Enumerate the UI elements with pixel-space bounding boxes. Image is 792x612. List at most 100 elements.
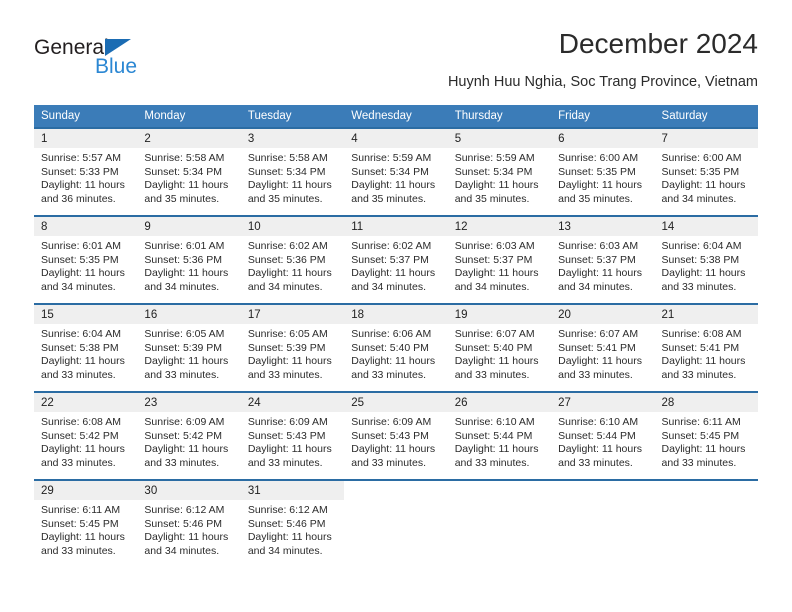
calendar-day-cell[interactable]: 22 Sunrise: 6:08 AM Sunset: 5:42 PM Dayligh… xyxy=(34,391,138,480)
calendar-day-cell[interactable]: 30 Sunrise: 6:12 AM Sunset: 5:46 PM Dayligh… xyxy=(137,479,241,568)
day-number: 12 xyxy=(447,217,552,236)
day-number: 11 xyxy=(344,217,448,236)
day-sunset-text: Sunset: 5:42 PM xyxy=(144,429,223,442)
day-sunset-text: Sunset: 5:37 PM xyxy=(558,253,636,266)
calendar-day-cell[interactable]: 23 Sunrise: 6:09 AM Sunset: 5:42 PM Dayligh… xyxy=(137,391,241,480)
day-sun-info xyxy=(655,500,758,504)
day-number: 14 xyxy=(654,217,758,236)
day-sunset-text: Sunset: 5:46 PM xyxy=(247,517,326,530)
day-number: 26 xyxy=(447,393,552,412)
day-daylight-1-text: Daylight: 11 hours xyxy=(247,443,332,456)
calendar-day-cell[interactable]: 3 Sunrise: 5:58 AM Sunset: 5:34 PM Daylight… xyxy=(240,127,345,216)
day-daylight-2-text: and 33 minutes. xyxy=(454,368,530,381)
calendar-day-cell[interactable]: 17 Sunrise: 6:05 AM Sunset: 5:39 PM Dayligh… xyxy=(240,303,345,392)
calendar-day-cell[interactable]: 11 Sunrise: 6:02 AM Sunset: 5:37 PM Dayligh… xyxy=(344,215,448,304)
day-daylight-2-text: and 34 minutes. xyxy=(661,192,737,205)
calendar-day-cell[interactable]: 7 Sunrise: 6:00 AM Sunset: 5:35 PM Daylight… xyxy=(654,127,758,216)
day-sun-info: Sunrise: 6:10 AM Sunset: 5:44 PM Daylight:… xyxy=(551,412,654,470)
day-sunrise-text: Sunrise: 6:10 AM xyxy=(558,416,639,428)
calendar-day-cell[interactable]: 12 Sunrise: 6:03 AM Sunset: 5:37 PM Dayligh… xyxy=(447,215,552,304)
calendar-day-cell[interactable]: 31 Sunrise: 6:12 AM Sunset: 5:46 PM Dayligh… xyxy=(240,479,345,568)
day-sunrise-text: Sunrise: 6:07 AM xyxy=(454,328,535,340)
calendar-day-cell[interactable]: 29 Sunrise: 6:11 AM Sunset: 5:45 PM Dayligh… xyxy=(34,479,138,568)
day-sunset-text: Sunset: 5:33 PM xyxy=(41,165,119,178)
calendar-day-cell[interactable]: 15 Sunrise: 6:04 AM Sunset: 5:38 PM Dayligh… xyxy=(34,303,138,392)
day-sun-info: Sunrise: 6:04 AM Sunset: 5:38 PM Daylight:… xyxy=(34,324,137,382)
calendar-day-cell[interactable]: 13 Sunrise: 6:03 AM Sunset: 5:37 PM Dayligh… xyxy=(551,215,655,304)
day-daylight-1-text: Daylight: 11 hours xyxy=(41,443,125,456)
day-daylight-1-text: Daylight: 11 hours xyxy=(661,443,746,456)
day-sun-info: Sunrise: 5:58 AM Sunset: 5:34 PM Daylight:… xyxy=(137,148,240,206)
day-sunset-text: Sunset: 5:43 PM xyxy=(351,429,429,442)
calendar-day-cell[interactable]: 14 Sunrise: 6:04 AM Sunset: 5:38 PM Dayligh… xyxy=(654,215,758,304)
day-number: 16 xyxy=(137,305,241,324)
day-daylight-2-text: and 34 minutes. xyxy=(351,280,426,293)
calendar-day-cell[interactable]: 24 Sunrise: 6:09 AM Sunset: 5:43 PM Dayligh… xyxy=(240,391,345,480)
day-sun-info: Sunrise: 6:07 AM Sunset: 5:40 PM Daylight:… xyxy=(448,324,551,382)
day-sunrise-text: Sunrise: 5:57 AM xyxy=(41,152,121,164)
calendar-day-cell[interactable]: 27 Sunrise: 6:10 AM Sunset: 5:44 PM Dayligh… xyxy=(551,391,655,480)
calendar-day-cell[interactable]: 2 Sunrise: 5:58 AM Sunset: 5:34 PM Daylight… xyxy=(137,127,241,216)
day-daylight-2-text: and 33 minutes. xyxy=(41,456,116,469)
day-sunset-text: Sunset: 5:45 PM xyxy=(661,429,740,442)
calendar-day-cell[interactable]: 16 Sunrise: 6:05 AM Sunset: 5:39 PM Dayligh… xyxy=(137,303,241,392)
calendar-day-cell[interactable]: 10 Sunrise: 6:02 AM Sunset: 5:36 PM Dayligh… xyxy=(240,215,345,304)
calendar-day-cell[interactable]: 4 Sunrise: 5:59 AM Sunset: 5:34 PM Daylight… xyxy=(344,127,448,216)
day-daylight-2-text: and 35 minutes. xyxy=(454,192,530,205)
day-sunrise-text: Sunrise: 6:09 AM xyxy=(351,416,432,428)
day-daylight-2-text: and 35 minutes. xyxy=(351,192,426,205)
general-blue-logo[interactable]: General Blue xyxy=(34,36,214,82)
day-daylight-2-text: and 33 minutes. xyxy=(558,456,633,469)
calendar-day-cell[interactable]: 20 Sunrise: 6:07 AM Sunset: 5:41 PM Dayligh… xyxy=(551,303,655,392)
day-daylight-1-text: Daylight: 11 hours xyxy=(144,267,229,280)
calendar-table: Sunday Monday Tuesday Wednesday Thursday Frid… xyxy=(34,105,758,568)
calendar-day-cell[interactable]: 8 Sunrise: 6:01 AM Sunset: 5:35 PM Daylight… xyxy=(34,215,138,304)
day-number: 8 xyxy=(34,217,138,236)
day-number: 15 xyxy=(34,305,138,324)
calendar-day-cell[interactable]: 1 Sunrise: 5:57 AM Sunset: 5:33 PM Daylight… xyxy=(34,127,138,216)
day-sunset-text: Sunset: 5:34 PM xyxy=(144,165,223,178)
day-daylight-1-text: Daylight: 11 hours xyxy=(351,443,436,456)
calendar-day-cell[interactable]: 9 Sunrise: 6:01 AM Sunset: 5:36 PM Daylight… xyxy=(137,215,241,304)
day-daylight-1-text: Daylight: 11 hours xyxy=(247,267,332,280)
day-number xyxy=(344,481,448,500)
calendar-day-cell[interactable]: 28 Sunrise: 6:11 AM Sunset: 5:45 PM Dayligh… xyxy=(654,391,758,480)
calendar-page: General Blue December 2024 Huynh Huu Ngh… xyxy=(0,0,792,612)
calendar-day-cell[interactable]: 5 Sunrise: 5:59 AM Sunset: 5:34 PM Daylight… xyxy=(447,127,552,216)
day-sunset-text: Sunset: 5:35 PM xyxy=(558,165,636,178)
day-sunset-text: Sunset: 5:34 PM xyxy=(351,165,429,178)
day-daylight-2-text: and 34 minutes. xyxy=(247,544,323,557)
day-sun-info: Sunrise: 6:06 AM Sunset: 5:40 PM Daylight:… xyxy=(344,324,447,382)
day-sunset-text: Sunset: 5:43 PM xyxy=(247,429,326,442)
day-daylight-1-text: Daylight: 11 hours xyxy=(661,355,746,368)
day-sunset-text: Sunset: 5:34 PM xyxy=(454,165,533,178)
page-subtitle: Huynh Huu Nghia, Soc Trang Province, Vie… xyxy=(447,74,758,90)
day-number: 13 xyxy=(551,217,655,236)
weekday-header-wednesday: Wednesday xyxy=(344,105,448,128)
day-daylight-1-text: Daylight: 11 hours xyxy=(351,179,436,192)
day-number: 31 xyxy=(240,481,345,500)
calendar-day-cell[interactable]: 25 Sunrise: 6:09 AM Sunset: 5:43 PM Dayligh… xyxy=(344,391,448,480)
day-sun-info: Sunrise: 6:09 AM Sunset: 5:43 PM Daylight:… xyxy=(344,412,447,470)
day-sunset-text: Sunset: 5:40 PM xyxy=(454,341,533,354)
day-sunrise-text: Sunrise: 6:05 AM xyxy=(247,328,328,340)
day-number xyxy=(654,481,758,500)
day-daylight-2-text: and 33 minutes. xyxy=(661,456,737,469)
calendar-day-cell[interactable]: 6 Sunrise: 6:00 AM Sunset: 5:35 PM Daylight… xyxy=(551,127,655,216)
calendar-day-cell[interactable]: 21 Sunrise: 6:08 AM Sunset: 5:41 PM Dayligh… xyxy=(654,303,758,392)
day-number: 7 xyxy=(654,129,758,148)
day-daylight-2-text: and 33 minutes. xyxy=(558,368,633,381)
day-number: 10 xyxy=(240,217,345,236)
day-number: 22 xyxy=(34,393,138,412)
logo-triangle-icon xyxy=(105,39,131,56)
calendar-day-cell[interactable]: 26 Sunrise: 6:10 AM Sunset: 5:44 PM Dayligh… xyxy=(447,391,552,480)
day-daylight-1-text: Daylight: 11 hours xyxy=(454,355,539,368)
day-daylight-2-text: and 33 minutes. xyxy=(454,456,530,469)
day-daylight-1-text: Daylight: 11 hours xyxy=(41,355,125,368)
calendar-day-cell[interactable]: 18 Sunrise: 6:06 AM Sunset: 5:40 PM Dayligh… xyxy=(344,303,448,392)
day-sunset-text: Sunset: 5:39 PM xyxy=(247,341,326,354)
day-daylight-2-text: and 34 minutes. xyxy=(41,280,116,293)
calendar-day-cell[interactable]: 19 Sunrise: 6:07 AM Sunset: 5:40 PM Dayligh… xyxy=(447,303,552,392)
calendar-header-row: Sunday Monday Tuesday Wednesday Thursday Frid… xyxy=(34,105,758,128)
day-daylight-1-text: Daylight: 11 hours xyxy=(454,443,539,456)
